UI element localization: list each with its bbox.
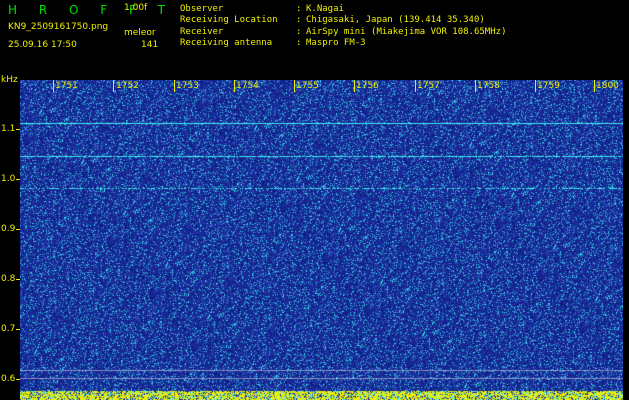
x-tick-mark [535, 80, 536, 92]
y-tick-mark [16, 229, 20, 230]
y-tick-label: 1.1 [1, 124, 16, 134]
x-tick-label: 1759 [537, 81, 560, 91]
location-label: Receiving Location [180, 15, 278, 25]
x-tick-mark [53, 80, 54, 92]
y-tick-label: 0.9 [1, 224, 16, 234]
x-tick-mark [415, 80, 416, 92]
receiver-separator: : [296, 27, 302, 37]
receiver-value: AirSpy mini (Miakejima VOR 108.65MHz) [306, 27, 507, 37]
x-tick-label: 1757 [417, 81, 440, 91]
y-axis-unit: kHz [1, 75, 18, 85]
y-tick-mark [16, 279, 20, 280]
x-tick-mark [294, 80, 295, 92]
observer-value: K.Nagai [306, 4, 344, 14]
y-tick-mark [16, 379, 20, 380]
receiver-label: Receiver [180, 27, 224, 37]
x-tick-label: 1752 [116, 81, 139, 91]
y-tick-label: 1.0 [1, 174, 16, 184]
x-tick-mark [174, 80, 175, 92]
y-tick-mark [16, 129, 20, 130]
y-tick-label: 0.6 [1, 374, 16, 384]
observer-separator: : [296, 4, 302, 14]
y-tick-mark [16, 179, 20, 180]
x-tick-label: 1753 [176, 81, 199, 91]
location-separator: : [296, 15, 302, 25]
x-tick-mark [475, 80, 476, 92]
location-value: Chigasaki, Japan (139.414 35.340) [306, 15, 485, 25]
antenna-value: Maspro FM-3 [306, 38, 366, 48]
x-tick-mark [594, 80, 595, 92]
filename-label: KN9_2509161750.png [8, 22, 109, 32]
antenna-separator: : [296, 38, 302, 48]
app-brand: H R O F F T [8, 3, 175, 17]
y-tick-label: 0.7 [1, 324, 16, 334]
y-tick-mark [16, 329, 20, 330]
x-tick-label: 1754 [236, 81, 259, 91]
observer-label: Observer [180, 4, 224, 14]
detector-label: meleor [124, 28, 156, 38]
x-tick-label: 1758 [477, 81, 500, 91]
hrofft-window: H R O F F T 1.00f KN9_2509161750.png mel… [0, 0, 629, 400]
x-tick-mark [234, 80, 235, 92]
spectrogram-canvas [20, 80, 623, 400]
x-tick-label: 1751 [55, 81, 78, 91]
x-tick-label: 1755 [296, 81, 319, 91]
y-tick-label: 0.8 [1, 274, 16, 284]
antenna-label: Receiving antenna [180, 38, 273, 48]
x-tick-label: 1800 [596, 81, 619, 91]
app-version: 1.00f [124, 3, 148, 13]
spectrogram-panel[interactable] [20, 80, 623, 400]
datetime-label: 25.09.16 17:50 [8, 40, 77, 50]
count-label: 141 [141, 40, 159, 50]
x-tick-mark [354, 80, 355, 92]
x-tick-mark [113, 80, 114, 92]
x-tick-label: 1756 [356, 81, 379, 91]
